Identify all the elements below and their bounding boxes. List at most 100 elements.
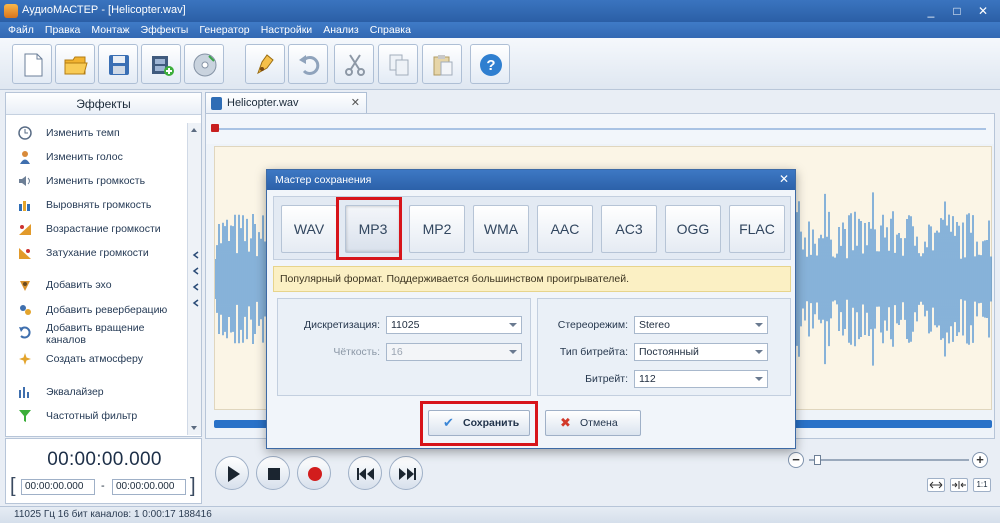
menu-effects[interactable]: Эффекты <box>141 22 189 38</box>
timeline-ruler[interactable] <box>206 114 994 144</box>
toolbar: ? <box>0 38 1000 90</box>
window-title: АудиоМАСТЕР - [Helicopter.wav] <box>22 4 186 16</box>
menu-montage[interactable]: Монтаж <box>91 22 129 38</box>
close-window-button[interactable]: ✕ <box>972 3 994 19</box>
arrows-horizontal-icon <box>929 481 943 489</box>
audio-params-box: Дискретизация: 11025 Чёткость: 16 <box>277 298 531 396</box>
zoom-in-button[interactable]: + <box>972 452 988 468</box>
edit-tool-button[interactable] <box>245 44 285 84</box>
encoding-params-box: Стереорежим: Stereo Тип битрейта: Постоя… <box>537 298 791 396</box>
fast-forward-icon <box>399 468 416 480</box>
play-button[interactable] <box>215 456 249 490</box>
undo-button[interactable] <box>288 44 328 84</box>
cancel-button[interactable]: ✖ Отмена <box>545 410 641 436</box>
format-aac-button[interactable]: AAC <box>537 205 593 253</box>
burn-cd-button[interactable] <box>184 44 224 84</box>
person-icon <box>20 151 30 164</box>
fade-in-icon <box>19 224 31 235</box>
svg-text:?: ? <box>486 57 495 74</box>
zoom-slider-thumb[interactable] <box>814 455 821 465</box>
help-button[interactable]: ? <box>470 44 510 84</box>
filter-icon <box>19 410 31 422</box>
save-button[interactable] <box>98 44 138 84</box>
cd-icon <box>193 53 217 77</box>
bracket-right: ] <box>190 475 196 497</box>
add-video-button[interactable] <box>141 44 181 84</box>
cut-icon <box>345 54 365 76</box>
chevron-down-icon <box>509 350 517 354</box>
zoom-out-button[interactable]: − <box>788 452 804 468</box>
tab-close-button[interactable]: ✕ <box>351 96 360 109</box>
chevron-down-icon <box>755 323 763 327</box>
rotate-icon <box>19 326 31 339</box>
format-flac-button[interactable]: FLAC <box>729 205 785 253</box>
reverb-icon <box>20 305 31 315</box>
level-icon <box>19 201 30 211</box>
volume-icon <box>19 176 30 186</box>
zoom-fit-width-button[interactable] <box>927 478 945 492</box>
menu-edit[interactable]: Правка <box>45 22 80 38</box>
format-wav-button[interactable]: WAV <box>281 205 337 253</box>
new-file-icon <box>24 53 43 77</box>
bitrate-type-label: Тип битрейта: <box>559 346 628 358</box>
zoom-1-1-button[interactable]: 1:1 <box>973 478 991 492</box>
sample-rate-select[interactable]: 11025 <box>386 316 522 334</box>
chevron-down-icon <box>755 350 763 354</box>
clock-icon <box>18 126 32 140</box>
cut-button[interactable] <box>334 44 374 84</box>
format-wma-button[interactable]: WMA <box>473 205 529 253</box>
zoom-selection-button[interactable] <box>950 478 968 492</box>
help-icon: ? <box>480 54 502 76</box>
stop-icon <box>268 468 280 480</box>
open-button[interactable] <box>55 44 95 84</box>
dialog-close-button[interactable]: ✕ <box>777 173 791 187</box>
stop-button[interactable] <box>256 456 290 490</box>
bitrate-select[interactable]: 112 <box>634 370 768 388</box>
format-ac3-button[interactable]: AC3 <box>601 205 657 253</box>
dialog-title: Мастер сохранения <box>275 174 372 186</box>
tab-label: Helicopter.wav <box>227 97 299 109</box>
selection-start-field[interactable]: 00:00:00.000 <box>21 479 95 495</box>
edit-tool-icon <box>257 54 274 75</box>
chevron-down-icon <box>509 323 517 327</box>
paste-button[interactable] <box>422 44 462 84</box>
format-mp2-button[interactable]: MP2 <box>409 205 465 253</box>
fast-forward-button[interactable] <box>389 456 423 490</box>
selection-end-field[interactable]: 00:00:00.000 <box>112 479 186 495</box>
stereo-mode-select[interactable]: Stereo <box>634 316 768 334</box>
paste-icon <box>433 55 453 76</box>
menu-analysis[interactable]: Анализ <box>323 22 358 38</box>
menu-help[interactable]: Справка <box>370 22 411 38</box>
bitrate-label: Битрейт: <box>585 373 628 385</box>
playhead-marker[interactable] <box>211 124 219 132</box>
format-ogg-button[interactable]: OGG <box>665 205 721 253</box>
collapse-panel-arrows[interactable] <box>192 248 200 324</box>
maximize-button[interactable]: □ <box>946 3 968 19</box>
tab-helicopter-wav[interactable]: Helicopter.wav ✕ <box>205 92 367 113</box>
save-disk-icon <box>109 55 129 75</box>
app-logo-icon <box>4 4 18 18</box>
bitrate-type-select[interactable]: Постоянный <box>634 343 768 361</box>
record-button[interactable] <box>297 456 331 490</box>
quality-label: Чёткость: <box>333 346 380 358</box>
menu-settings[interactable]: Настройки <box>261 22 313 38</box>
minimize-button[interactable]: _ <box>920 3 942 19</box>
new-file-button[interactable] <box>12 44 52 84</box>
rewind-button[interactable] <box>348 456 382 490</box>
dialog-title-bar: Мастер сохранения ✕ <box>267 170 795 190</box>
save-button-highlight <box>420 401 538 446</box>
stereo-mode-label: Стереорежим: <box>557 319 628 331</box>
arrows-inward-icon <box>952 481 966 489</box>
quality-select[interactable]: 16 <box>386 343 522 361</box>
copy-button[interactable] <box>378 44 418 84</box>
range-separator: - <box>101 480 105 492</box>
zoom-slider-track[interactable] <box>809 459 969 461</box>
play-icon <box>228 466 240 482</box>
fade-out-icon <box>19 248 31 259</box>
echo-icon <box>20 281 30 291</box>
menu-file[interactable]: Файл <box>8 22 34 38</box>
undo-icon <box>299 55 320 75</box>
transport-controls: − + 1:1 <box>205 440 995 504</box>
menu-generator[interactable]: Генератор <box>199 22 249 38</box>
chevron-left-icon <box>192 251 199 307</box>
